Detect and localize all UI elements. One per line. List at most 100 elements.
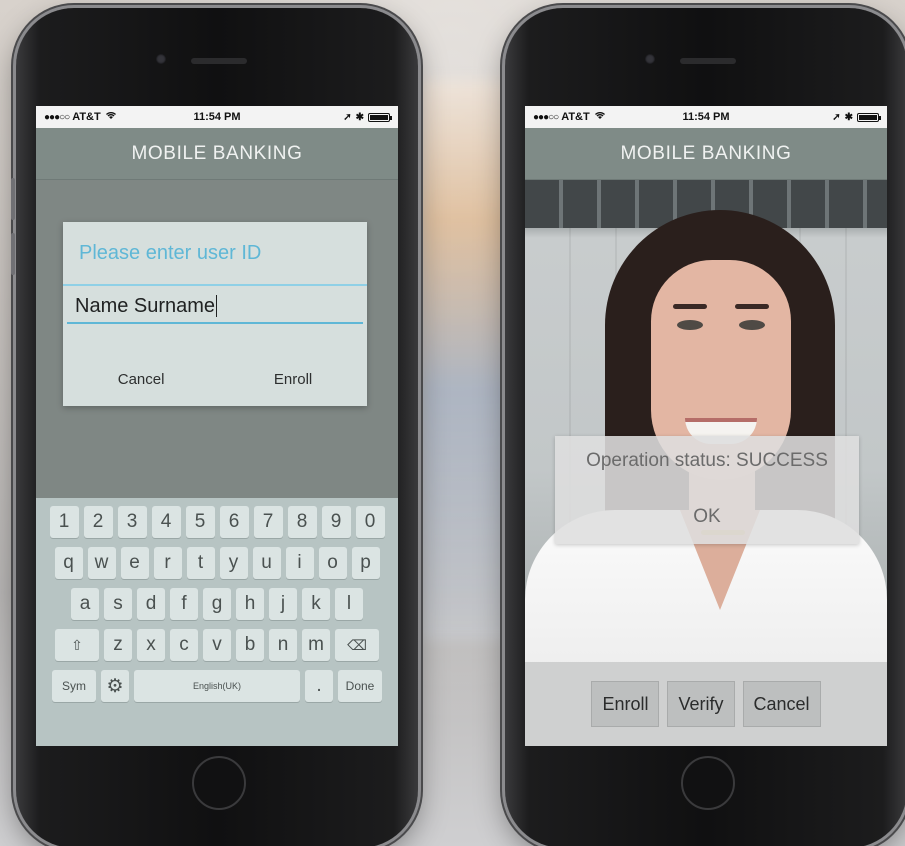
user-id-input-value: Name Surname <box>75 294 216 317</box>
key[interactable]: 3 <box>117 506 147 538</box>
person-eye-right <box>739 320 765 330</box>
period-key[interactable]: . <box>305 670 333 702</box>
key[interactable]: 4 <box>151 506 181 538</box>
key[interactable]: i <box>285 547 314 579</box>
status-icons: ➚ ✱ <box>343 111 392 123</box>
keyboard-row-qwerty: q w e r t y u i o p <box>40 547 394 579</box>
key[interactable]: n <box>269 629 297 661</box>
key[interactable]: z <box>104 629 132 661</box>
user-id-dialog: Please enter user ID Name Surname Cancel… <box>63 222 367 406</box>
key[interactable]: s <box>104 588 132 620</box>
key[interactable]: m <box>302 629 330 661</box>
carrier-label: AT&T <box>72 111 101 123</box>
action-bar: Enroll Verify Cancel <box>525 662 887 746</box>
key[interactable]: v <box>203 629 231 661</box>
ok-button[interactable]: OK <box>555 506 859 528</box>
key[interactable]: g <box>203 588 231 620</box>
volume-up-button <box>11 178 15 220</box>
key[interactable]: y <box>219 547 248 579</box>
user-id-placeholder: Please enter user ID <box>63 222 367 286</box>
phone-left: ●●●○○ AT&T 11:54 PM ➚ ✱ MOBILE BANKING P… <box>11 8 418 846</box>
key[interactable]: 0 <box>355 506 385 538</box>
soft-keyboard: 1 2 3 4 5 6 7 8 9 0 q w e r t y u i o p … <box>36 498 398 746</box>
keyboard-row-numbers: 1 2 3 4 5 6 7 8 9 0 <box>40 506 394 538</box>
person-brow-right <box>735 304 769 309</box>
key[interactable]: 6 <box>219 506 249 538</box>
keyboard-row-asdf: a s d f g h j k l <box>40 588 394 620</box>
key[interactable]: d <box>137 588 165 620</box>
signal-strength-icon: ●●●○○ <box>533 111 559 123</box>
shift-key-icon[interactable]: ⇧ <box>55 629 99 661</box>
key[interactable]: x <box>137 629 165 661</box>
done-key[interactable]: Done <box>338 670 382 702</box>
key[interactable]: c <box>170 629 198 661</box>
person-eye-left <box>677 320 703 330</box>
front-camera <box>645 54 655 64</box>
front-camera <box>156 54 166 64</box>
signal-strength-icon: ●●●○○ <box>44 111 70 123</box>
earpiece-speaker <box>680 58 736 64</box>
key[interactable]: 8 <box>287 506 317 538</box>
key[interactable]: 5 <box>185 506 215 538</box>
phone-right: ●●●○○ AT&T 11:54 PM ➚ ✱ MOBILE BANKING O… <box>505 8 905 846</box>
volume-down-button <box>11 233 15 275</box>
status-icons: ➚ ✱ <box>832 111 881 123</box>
verify-button[interactable]: Verify <box>667 681 735 727</box>
key[interactable]: w <box>87 547 116 579</box>
key[interactable]: 9 <box>321 506 351 538</box>
key[interactable]: t <box>186 547 215 579</box>
key[interactable]: f <box>170 588 198 620</box>
dialog-actions: Cancel Enroll <box>63 367 367 392</box>
camera-preview: Operation status: SUCCESS OK <box>525 180 887 662</box>
key[interactable]: a <box>71 588 99 620</box>
key[interactable]: p <box>351 547 380 579</box>
key[interactable]: 1 <box>49 506 79 538</box>
main-area: Please enter user ID Name Surname Cancel… <box>36 180 398 498</box>
key[interactable]: e <box>120 547 149 579</box>
location-arrow-icon: ➚ <box>832 111 841 123</box>
keyboard-row-zxcv: ⇧ z x c v b n m ⌫ <box>40 629 394 661</box>
key[interactable]: q <box>54 547 83 579</box>
battery-icon <box>857 112 881 122</box>
battery-icon <box>368 112 392 122</box>
key[interactable]: u <box>252 547 281 579</box>
key[interactable]: 7 <box>253 506 283 538</box>
text-caret <box>216 295 218 317</box>
status-bar: ●●●○○ AT&T 11:54 PM ➚ ✱ <box>525 106 887 128</box>
key[interactable]: k <box>302 588 330 620</box>
settings-gear-icon[interactable]: ⚙ <box>101 670 129 702</box>
key[interactable]: h <box>236 588 264 620</box>
key[interactable]: r <box>153 547 182 579</box>
user-id-input[interactable]: Name Surname <box>67 290 363 324</box>
key[interactable]: l <box>335 588 363 620</box>
screen-right: ●●●○○ AT&T 11:54 PM ➚ ✱ MOBILE BANKING O… <box>525 106 887 746</box>
bluetooth-icon: ✱ <box>844 111 853 123</box>
carrier-label: AT&T <box>561 111 590 123</box>
backspace-key-icon[interactable]: ⌫ <box>335 629 379 661</box>
home-button[interactable] <box>681 756 735 810</box>
person-brow-left <box>673 304 707 309</box>
enroll-button[interactable]: Enroll <box>591 681 660 727</box>
location-arrow-icon: ➚ <box>343 111 352 123</box>
home-button[interactable] <box>192 756 246 810</box>
key[interactable]: j <box>269 588 297 620</box>
cancel-button[interactable]: Cancel <box>108 367 175 392</box>
cancel-button[interactable]: Cancel <box>742 681 821 727</box>
space-key[interactable]: English(UK) <box>134 670 300 702</box>
wifi-icon <box>105 111 117 123</box>
earpiece-speaker <box>191 58 247 64</box>
key[interactable]: b <box>236 629 264 661</box>
enroll-button[interactable]: Enroll <box>264 367 322 392</box>
app-title: MOBILE BANKING <box>525 128 887 180</box>
wifi-icon <box>594 111 606 123</box>
screen-left: ●●●○○ AT&T 11:54 PM ➚ ✱ MOBILE BANKING P… <box>36 106 398 746</box>
operation-status-dialog: Operation status: SUCCESS OK <box>555 436 859 544</box>
key[interactable]: 2 <box>83 506 113 538</box>
sym-key[interactable]: Sym <box>52 670 96 702</box>
app-title: MOBILE BANKING <box>36 128 398 180</box>
key[interactable]: o <box>318 547 347 579</box>
status-bar: ●●●○○ AT&T 11:54 PM ➚ ✱ <box>36 106 398 128</box>
operation-status-text: Operation status: SUCCESS <box>586 450 828 471</box>
keyboard-row-bottom: Sym ⚙ English(UK) . Done <box>40 670 394 702</box>
bluetooth-icon: ✱ <box>355 111 364 123</box>
